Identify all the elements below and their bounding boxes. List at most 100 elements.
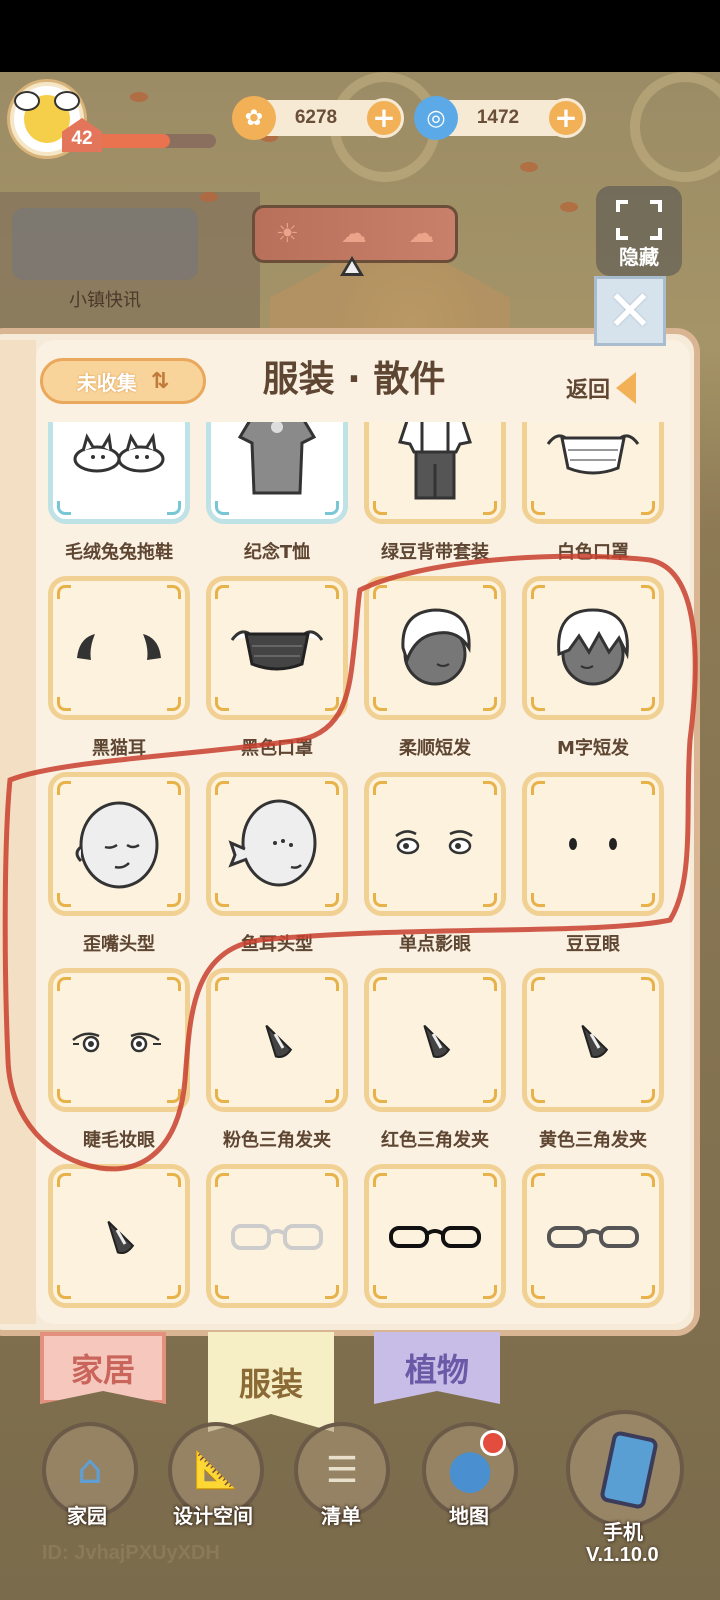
- item-card[interactable]: [522, 576, 664, 720]
- hairclip-icon: [211, 973, 343, 1107]
- lash-eyes-icon: [53, 973, 185, 1107]
- hide-ui-button[interactable]: 隐藏: [596, 186, 682, 276]
- checklist-icon: ☰: [325, 1449, 359, 1491]
- add-coins-button[interactable]: +: [364, 98, 404, 138]
- item-label: 豆豆眼: [566, 934, 620, 955]
- item-card[interactable]: [206, 968, 348, 1112]
- cloud-icon: ☁: [340, 219, 367, 249]
- item-card[interactable]: [364, 422, 506, 524]
- house-icon: ⌂: [77, 1447, 103, 1493]
- item-label: 纪念T恤: [243, 542, 311, 563]
- item-label: 毛绒兔兔拖鞋: [65, 542, 173, 563]
- black-mask-icon: [211, 581, 343, 715]
- town-news-box[interactable]: [12, 208, 198, 280]
- hairclip-icon: [527, 973, 659, 1107]
- shadow-eyes-icon: [369, 777, 501, 911]
- player-id: ID: JvhajPXUyXDH: [42, 1542, 220, 1564]
- cat-ears-icon: [53, 581, 185, 715]
- item-label: 歪嘴头型: [83, 934, 155, 955]
- phone-button[interactable]: [566, 1410, 684, 1528]
- phone-label: 手机: [603, 1520, 643, 1544]
- item-card[interactable]: [48, 1164, 190, 1308]
- item-card[interactable]: [206, 576, 348, 720]
- hairclip-icon: [53, 1169, 185, 1303]
- leaf: [520, 162, 538, 172]
- tshirt-icon: [211, 422, 343, 519]
- item-card[interactable]: [48, 772, 190, 916]
- item-card[interactable]: [206, 1164, 348, 1308]
- xp-bar: [96, 134, 216, 148]
- white-mask-icon: [527, 422, 659, 519]
- item-label: 睫毛妆眼: [83, 1130, 155, 1151]
- item-label: M字短发: [557, 738, 629, 759]
- fish-ear-head-icon: [211, 777, 343, 911]
- homestead-label: 家园: [67, 1504, 107, 1528]
- ruler-icon: 📐: [193, 1450, 239, 1491]
- fullscreen-frame-icon: [616, 200, 662, 240]
- hide-label: 隐藏: [619, 245, 659, 269]
- black-glasses-icon: [369, 1169, 501, 1303]
- item-card[interactable]: [48, 576, 190, 720]
- item-card[interactable]: [206, 772, 348, 916]
- item-card[interactable]: [364, 576, 506, 720]
- item-label: 红色三角发夹: [381, 1130, 489, 1151]
- item-label: 黑猫耳: [92, 738, 146, 759]
- back-button[interactable]: 返回: [566, 372, 637, 404]
- hairclip-icon: [369, 973, 501, 1107]
- item-label: 单点影眼: [399, 934, 471, 955]
- suspender-outfit-icon: [369, 422, 501, 519]
- item-label: 粉色三角发夹: [223, 1130, 331, 1151]
- sun-icon: ☀: [275, 219, 300, 249]
- item-label: 白色口罩: [557, 542, 629, 563]
- bunny-slippers-icon: [53, 422, 185, 519]
- back-label: 返回: [566, 378, 611, 403]
- notification-dot-icon: [480, 1430, 506, 1456]
- item-card[interactable]: [522, 772, 664, 916]
- list-label: 清单: [321, 1504, 361, 1528]
- item-card[interactable]: [522, 1164, 664, 1308]
- smooth-short-hair-icon: [369, 581, 501, 715]
- back-arrow-icon: [616, 372, 637, 404]
- sort-icon: ⇅: [150, 368, 170, 394]
- coin-counter: ✿ 6278 +: [232, 96, 404, 140]
- leaf: [200, 192, 218, 202]
- phone-icon: [599, 1430, 659, 1510]
- map-label: 地图: [449, 1504, 489, 1528]
- panel-side-strip: [0, 340, 36, 1324]
- item-card[interactable]: [206, 422, 348, 524]
- m-short-hair-icon: [527, 581, 659, 715]
- design-space-label: 设计空间: [173, 1504, 253, 1528]
- town-news-label: 小镇快讯: [69, 290, 141, 311]
- gear-decoration: [630, 72, 720, 182]
- swirl-gem-icon: ◎: [414, 96, 458, 140]
- version-label: V.1.10.0: [586, 1544, 659, 1566]
- item-card[interactable]: [522, 968, 664, 1112]
- item-label: 鱼耳头型: [241, 934, 313, 955]
- uncollected-filter-button[interactable]: 未收集 ⇅: [40, 358, 206, 404]
- item-card[interactable]: [48, 422, 190, 524]
- item-label: 黑色口罩: [241, 738, 313, 759]
- filter-label: 未收集: [76, 370, 137, 395]
- item-label: 绿豆背带套装: [381, 542, 489, 563]
- item-card[interactable]: [48, 968, 190, 1112]
- item-label: 黄色三角发夹: [539, 1130, 647, 1151]
- crooked-mouth-head-icon: [53, 777, 185, 911]
- leaf: [130, 92, 148, 102]
- close-icon[interactable]: ✕: [594, 276, 666, 346]
- grey-glasses-icon: [527, 1169, 659, 1303]
- item-label: 柔顺短发: [399, 738, 471, 759]
- item-card[interactable]: [364, 968, 506, 1112]
- leaf: [560, 202, 578, 212]
- gem-counter: ◎ 1472 +: [414, 96, 586, 140]
- xp-fill: [96, 134, 171, 148]
- weather-pointer-icon: [340, 256, 364, 276]
- weather-widget[interactable]: ☀ ☁ ☁: [252, 205, 458, 263]
- add-gems-button[interactable]: +: [546, 98, 586, 138]
- bean-eyes-icon: [527, 777, 659, 911]
- item-card[interactable]: [364, 772, 506, 916]
- cloud-icon: ☁: [408, 219, 435, 249]
- item-card[interactable]: [364, 1164, 506, 1308]
- panel-title: 服装 · 散件: [262, 359, 446, 400]
- item-card[interactable]: [522, 422, 664, 524]
- item-grid-viewport[interactable]: 毛绒兔兔拖鞋 纪念T恤 绿豆背带套装 白色口罩黑猫耳 黑色口罩 柔顺短发 M字短发歪嘴头型 鱼…: [36, 422, 690, 1322]
